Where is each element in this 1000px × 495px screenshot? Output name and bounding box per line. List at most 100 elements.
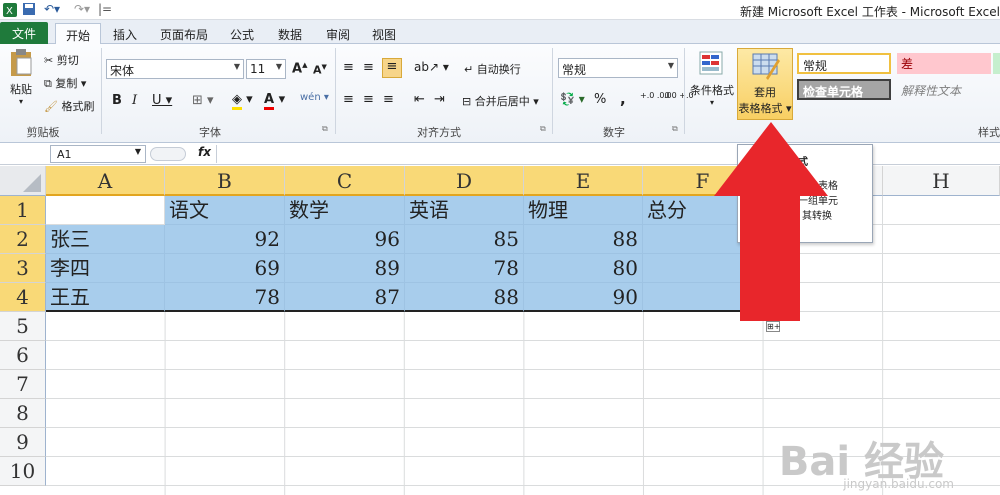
tab-review[interactable]: 审阅 bbox=[318, 23, 358, 44]
row-header-5[interactable]: 5 bbox=[0, 312, 46, 341]
font-size-select[interactable]: 11 ▼ bbox=[246, 59, 286, 79]
formula-input[interactable] bbox=[216, 145, 1000, 163]
fill-color-button[interactable]: ◈ ▾ bbox=[232, 92, 253, 110]
format-as-table-button[interactable]: 套用 表格格式 ▾ bbox=[737, 48, 793, 120]
tab-page-layout[interactable]: 页面布局 bbox=[152, 23, 216, 44]
cell-b1[interactable]: 语文 bbox=[165, 196, 285, 225]
align-bottom-button[interactable]: ≡ bbox=[382, 58, 402, 78]
excel-icon[interactable]: X bbox=[2, 2, 18, 21]
cell-a2[interactable]: 张三 bbox=[46, 225, 165, 254]
cell-b4[interactable]: 78 bbox=[165, 283, 285, 312]
row-header-4[interactable]: 4 bbox=[0, 283, 46, 312]
style-check-cell[interactable]: 检查单元格 bbox=[797, 79, 891, 100]
cell-d2[interactable]: 85 bbox=[405, 225, 524, 254]
name-box[interactable]: A1 ▼ bbox=[50, 145, 146, 163]
tab-insert[interactable]: 插入 bbox=[104, 23, 146, 44]
cell-e2[interactable]: 88 bbox=[524, 225, 643, 254]
style-normal[interactable]: 常规 bbox=[797, 53, 891, 74]
cell-b2[interactable]: 92 bbox=[165, 225, 285, 254]
alignment-dialog-launcher-icon[interactable]: ⧉ bbox=[540, 124, 546, 134]
increase-decimal-button[interactable]: +.0 .00 bbox=[640, 92, 670, 100]
tab-home[interactable]: 开始 bbox=[55, 23, 101, 44]
cell-c1[interactable]: 数学 bbox=[285, 196, 405, 225]
style-explanatory[interactable]: 解释性文本 bbox=[897, 80, 997, 101]
number-dialog-launcher-icon[interactable]: ⧉ bbox=[672, 124, 678, 134]
formula-bar-splitter[interactable] bbox=[150, 147, 186, 161]
column-header-b[interactable]: B bbox=[165, 166, 285, 196]
align-right-button[interactable]: ≡ bbox=[383, 92, 394, 107]
undo-icon[interactable]: ↶▾ bbox=[44, 2, 60, 16]
customize-quick-access-icon[interactable]: |= bbox=[98, 2, 112, 16]
tab-view[interactable]: 视图 bbox=[364, 23, 404, 44]
bold-button[interactable]: B bbox=[112, 93, 122, 108]
format-painter-button[interactable]: 🖌 格式刷 bbox=[44, 98, 94, 114]
row-header-6[interactable]: 6 bbox=[0, 341, 46, 370]
font-dialog-launcher-icon[interactable]: ⧉ bbox=[322, 124, 328, 134]
number-format-select[interactable]: 常规 ▼ bbox=[558, 58, 678, 78]
column-header-e[interactable]: E bbox=[524, 166, 643, 196]
ribbon-tabs: 文件 开始 插入 页面布局 公式 数据 审阅 视图 bbox=[0, 20, 1000, 44]
tab-file[interactable]: 文件 bbox=[0, 22, 48, 44]
cell-e1[interactable]: 物理 bbox=[524, 196, 643, 225]
column-header-h[interactable]: H bbox=[883, 166, 1000, 196]
increase-indent-button[interactable]: ⇥ bbox=[434, 92, 445, 107]
row-header-8[interactable]: 8 bbox=[0, 399, 46, 428]
cell-c4[interactable]: 87 bbox=[285, 283, 405, 312]
cell-a1[interactable] bbox=[46, 196, 165, 225]
conditional-format-button[interactable]: 条件格式 ▾ bbox=[688, 49, 736, 107]
font-color-button[interactable]: A ▾ bbox=[264, 92, 285, 110]
select-all-corner[interactable] bbox=[0, 166, 46, 196]
insert-function-icon[interactable]: fx bbox=[198, 145, 211, 159]
tab-data[interactable]: 数据 bbox=[270, 23, 310, 44]
underline-button[interactable]: U ▾ bbox=[152, 93, 172, 108]
decrease-decimal-button[interactable]: .00 +.0 bbox=[664, 92, 694, 100]
row-header-1[interactable]: 1 bbox=[0, 196, 46, 225]
italic-button[interactable]: I bbox=[132, 93, 137, 108]
wrap-text-button[interactable]: ↵ 自动换行 bbox=[464, 61, 521, 77]
merge-icon: ⊟ bbox=[462, 95, 472, 108]
row-header-9[interactable]: 9 bbox=[0, 428, 46, 457]
cell-d3[interactable]: 78 bbox=[405, 254, 524, 283]
tab-formulas[interactable]: 公式 bbox=[222, 23, 262, 44]
cell-c3[interactable]: 89 bbox=[285, 254, 405, 283]
merge-center-button[interactable]: ⊟ 合并后居中 ▾ bbox=[462, 93, 539, 109]
shrink-font-button[interactable]: A▼ bbox=[313, 63, 327, 77]
row-header-3[interactable]: 3 bbox=[0, 254, 46, 283]
orientation-button[interactable]: ab↗ ▾ bbox=[414, 60, 449, 74]
cell-b3[interactable]: 69 bbox=[165, 254, 285, 283]
paste-button[interactable]: 粘贴 ▾ bbox=[6, 48, 36, 106]
column-header-d[interactable]: D bbox=[405, 166, 524, 196]
row-header-10[interactable]: 10 bbox=[0, 457, 46, 486]
border-button[interactable]: ⊞ ▾ bbox=[192, 93, 214, 108]
decrease-indent-button[interactable]: ⇤ bbox=[414, 92, 425, 107]
accounting-format-button[interactable]: 💱 ▾ bbox=[560, 92, 585, 106]
cell-a3[interactable]: 李四 bbox=[46, 254, 165, 283]
grow-font-button[interactable]: A▲ bbox=[292, 61, 307, 76]
row-header-7[interactable]: 7 bbox=[0, 370, 46, 399]
row-header-2[interactable]: 2 bbox=[0, 225, 46, 254]
cell-e3[interactable]: 80 bbox=[524, 254, 643, 283]
chevron-down-icon: ▼ bbox=[275, 62, 282, 71]
percent-button[interactable]: % bbox=[594, 92, 606, 107]
copy-button[interactable]: ⧉ 复制 ▾ bbox=[44, 75, 86, 91]
cell-e4[interactable]: 90 bbox=[524, 283, 643, 312]
style-good[interactable] bbox=[993, 53, 1000, 74]
wrap-text-icon: ↵ bbox=[464, 63, 474, 76]
comma-button[interactable]: , bbox=[620, 90, 626, 108]
cell-d4[interactable]: 88 bbox=[405, 283, 524, 312]
phonetic-button[interactable]: wén ▾ bbox=[300, 92, 329, 103]
cell-c2[interactable]: 96 bbox=[285, 225, 405, 254]
align-left-button[interactable]: ≡ bbox=[343, 92, 354, 107]
column-header-c[interactable]: C bbox=[285, 166, 405, 196]
redo-icon[interactable]: ↷▾ bbox=[74, 2, 90, 16]
cell-a4[interactable]: 王五 bbox=[46, 283, 165, 312]
align-middle-button[interactable]: ≡ bbox=[363, 60, 374, 75]
column-header-a[interactable]: A bbox=[46, 166, 165, 196]
cell-d1[interactable]: 英语 bbox=[405, 196, 524, 225]
save-icon[interactable] bbox=[22, 2, 36, 19]
style-bad[interactable]: 差 bbox=[897, 53, 991, 74]
cut-button[interactable]: ✂ 剪切 bbox=[44, 52, 79, 68]
align-top-button[interactable]: ≡ bbox=[343, 60, 354, 75]
align-center-button[interactable]: ≡ bbox=[363, 92, 374, 107]
font-name-select[interactable]: 宋体 ▼ bbox=[106, 59, 244, 79]
